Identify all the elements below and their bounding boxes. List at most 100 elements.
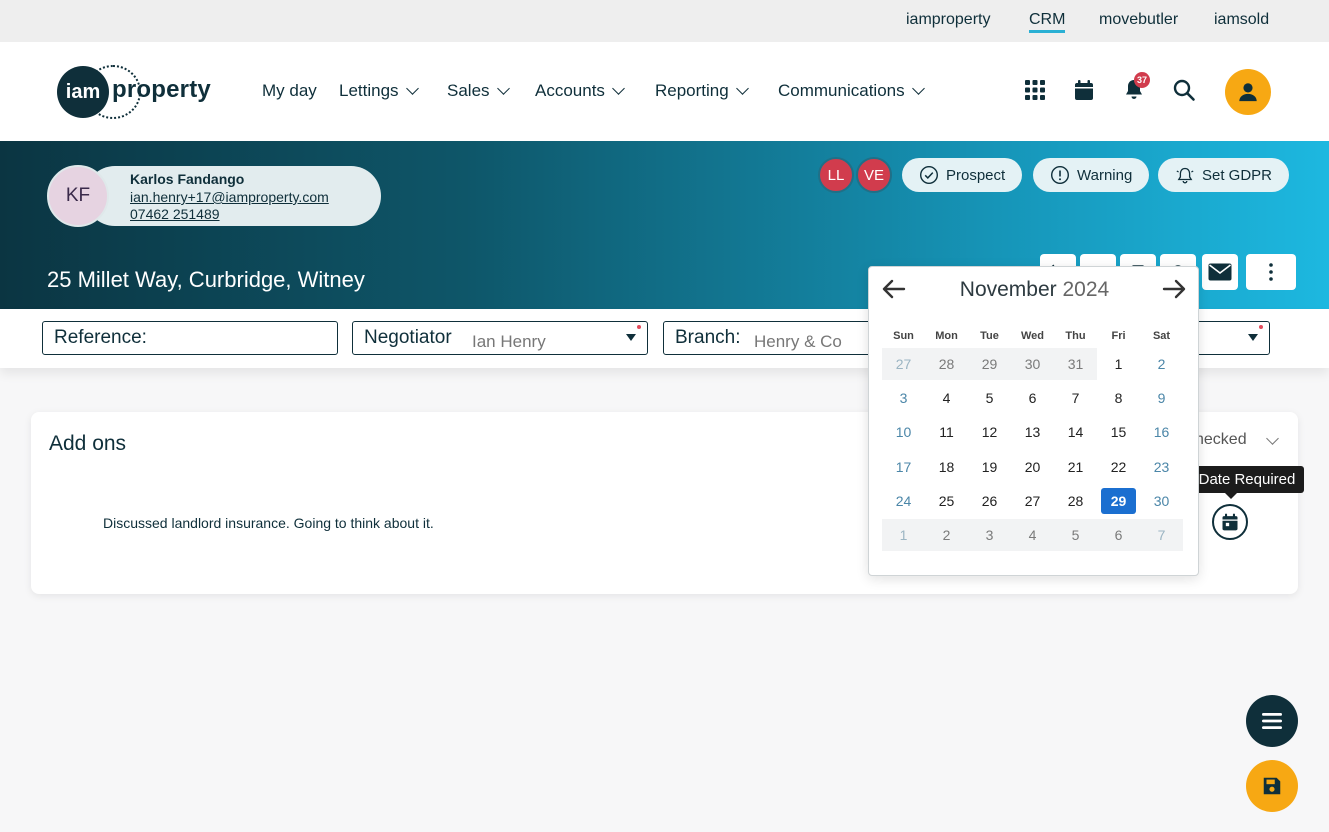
day-cell[interactable]: 25 — [925, 485, 968, 517]
warning-button[interactable]: Warning — [1033, 158, 1150, 192]
search-icon[interactable] — [1172, 78, 1196, 102]
save-fab-button[interactable] — [1246, 760, 1298, 812]
user-menu-button[interactable] — [1225, 69, 1271, 115]
day-cell[interactable]: 28 — [925, 348, 968, 380]
day-cell[interactable]: 11 — [925, 416, 968, 448]
nav-lettings[interactable]: Lettings — [339, 81, 419, 101]
nav-my-day[interactable]: My day — [262, 81, 317, 101]
day-cell[interactable]: 30 — [1011, 348, 1054, 380]
top-link-iamsold[interactable]: iamsold — [1214, 11, 1269, 29]
selected-day-label: 29 — [1101, 487, 1136, 514]
arrow-right-icon — [1162, 279, 1186, 299]
day-cell[interactable]: 6 — [1011, 382, 1054, 414]
weekday-header: Sun — [893, 330, 914, 342]
required-indicator — [637, 325, 641, 329]
day-cell[interactable]: 21 — [1054, 451, 1097, 483]
day-cell[interactable]: 9 — [1140, 382, 1183, 414]
chevron-down-icon[interactable] — [1266, 432, 1279, 445]
top-link-iamproperty[interactable]: iamproperty — [906, 11, 990, 29]
day-cell[interactable]: 18 — [925, 451, 968, 483]
day-cell[interactable]: 4 — [925, 382, 968, 414]
calendar-icon[interactable] — [1072, 78, 1096, 102]
day-cell[interactable]: 1 — [882, 519, 925, 551]
more-options-button[interactable] — [1246, 254, 1296, 290]
logo-mark: iam — [57, 66, 109, 118]
card-title: Add ons — [49, 432, 127, 455]
contact-phone-link[interactable]: 07462 251489 — [130, 206, 220, 222]
day-cell[interactable]: 27 — [1011, 485, 1054, 517]
day-cell[interactable]: 7 — [1054, 382, 1097, 414]
add-on-note: Discussed landlord insurance. Going to t… — [103, 515, 434, 531]
reference-field[interactable]: Reference: — [42, 321, 338, 355]
selected-day-cell[interactable]: 29 — [1097, 485, 1140, 517]
nav-accounts[interactable]: Accounts — [535, 81, 625, 101]
user-icon — [1239, 83, 1257, 102]
datepicker-month: November — [959, 278, 1057, 301]
caret-down-icon — [1248, 334, 1258, 341]
menu-fab-button[interactable] — [1246, 695, 1298, 747]
day-cell[interactable]: 29 — [968, 348, 1011, 380]
top-link-movebutler[interactable]: movebutler — [1099, 11, 1178, 29]
day-cell[interactable]: 15 — [1097, 416, 1140, 448]
day-cell[interactable]: 3 — [968, 519, 1011, 551]
day-cell[interactable]: 14 — [1054, 416, 1097, 448]
day-cell[interactable]: 7 — [1140, 519, 1183, 551]
set-gdpr-button[interactable]: Set GDPR — [1158, 158, 1290, 192]
datepicker-popup: November 2024 Sun Mon Tue Wed Thu Fri Sat 27 28 2… — [868, 266, 1199, 576]
negotiator-label: Negotiator — [364, 327, 452, 348]
day-cell[interactable]: 23 — [1140, 451, 1183, 483]
warning-circle-icon — [1050, 165, 1070, 185]
reference-label: Reference: — [54, 327, 147, 348]
chevron-down-icon — [911, 82, 925, 95]
date-required-tooltip: Date Required — [1190, 466, 1304, 499]
checked-filter[interactable]: hecked — [1195, 431, 1247, 449]
negotiator-select[interactable]: Negotiator Ian Henry — [352, 321, 648, 355]
day-cell[interactable]: 20 — [1011, 451, 1054, 483]
day-cell[interactable]: 6 — [1097, 519, 1140, 551]
day-cell[interactable]: 1 — [1097, 348, 1140, 380]
day-cell[interactable]: 5 — [968, 382, 1011, 414]
day-cell[interactable]: 3 — [882, 382, 925, 414]
nav-communications[interactable]: Communications — [778, 81, 925, 101]
day-cell[interactable]: 22 — [1097, 451, 1140, 483]
badge-ve[interactable]: VE — [856, 157, 892, 193]
day-cell[interactable]: 30 — [1140, 485, 1183, 517]
day-cell[interactable]: 24 — [882, 485, 925, 517]
datepicker-year[interactable]: 2024 — [1063, 278, 1110, 301]
main-header: iam property My day Lettings Sales Accou… — [0, 42, 1329, 141]
day-cell[interactable]: 26 — [968, 485, 1011, 517]
negotiator-value: Ian Henry — [472, 332, 546, 351]
day-cell[interactable]: 19 — [968, 451, 1011, 483]
weekday-header: Fri — [1111, 330, 1126, 342]
badge-ll[interactable]: LL — [818, 157, 854, 193]
grid-icon[interactable] — [1023, 78, 1047, 102]
day-cell[interactable]: 2 — [925, 519, 968, 551]
prospect-button[interactable]: Prospect — [902, 158, 1023, 192]
next-month-button[interactable] — [1159, 277, 1189, 301]
day-cell[interactable]: 8 — [1097, 382, 1140, 414]
day-cell[interactable]: 28 — [1054, 485, 1097, 517]
date-required-button[interactable] — [1212, 504, 1248, 540]
day-cell[interactable]: 13 — [1011, 416, 1054, 448]
day-cell[interactable]: 10 — [882, 416, 925, 448]
nav-reporting[interactable]: Reporting — [655, 81, 749, 101]
day-cell[interactable]: 16 — [1140, 416, 1183, 448]
day-cell[interactable]: 31 — [1054, 348, 1097, 380]
chevron-down-icon — [612, 82, 625, 95]
nav-label: Accounts — [535, 81, 605, 100]
nav-label: My day — [262, 81, 317, 100]
nav-sales[interactable]: Sales — [447, 81, 510, 101]
day-cell[interactable]: 5 — [1054, 519, 1097, 551]
day-cell[interactable]: 27 — [882, 348, 925, 380]
day-cell[interactable]: 17 — [882, 451, 925, 483]
calendar-icon — [1222, 513, 1238, 531]
day-cell[interactable]: 2 — [1140, 348, 1183, 380]
weekday-header: Mon — [935, 330, 958, 342]
day-cell[interactable]: 4 — [1011, 519, 1054, 551]
notification-count-badge: 37 — [1134, 72, 1150, 88]
top-link-crm[interactable]: CRM — [1029, 11, 1066, 33]
logo[interactable]: iam property — [57, 65, 217, 119]
contact-email-link[interactable]: ian.henry+17@iamproperty.com — [130, 189, 329, 205]
email-action-button[interactable] — [1202, 254, 1238, 290]
day-cell[interactable]: 12 — [968, 416, 1011, 448]
